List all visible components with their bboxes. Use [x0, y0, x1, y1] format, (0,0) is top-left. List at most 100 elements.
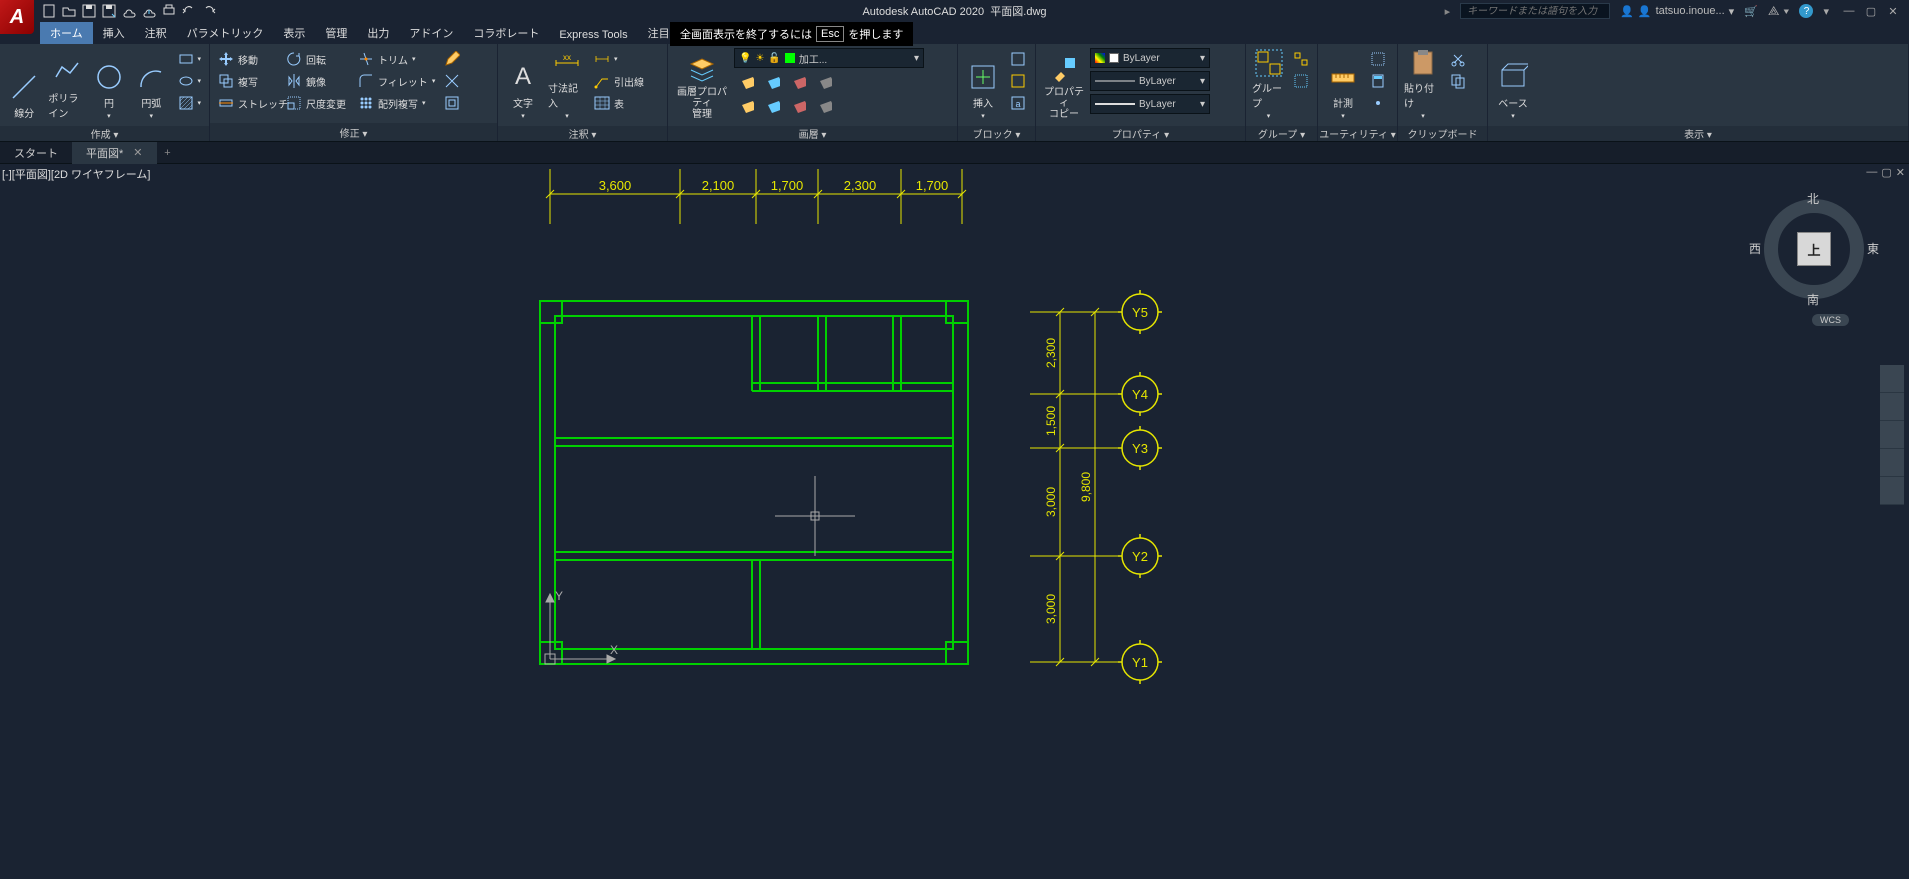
plot-icon[interactable] [160, 2, 178, 20]
layer-prev-icon[interactable] [760, 94, 784, 116]
tab-manage[interactable]: 管理 [315, 22, 357, 44]
viewcube-e[interactable]: 東 [1867, 240, 1879, 257]
linetype-dropdown[interactable]: ByLayer▾ [1090, 71, 1210, 91]
panel-modify[interactable]: 修正 ▾ [210, 123, 497, 141]
explode-button[interactable] [440, 70, 464, 92]
rect-button[interactable]: ▾ [174, 48, 206, 70]
layer-lock-icon[interactable] [786, 70, 810, 92]
calc-icon[interactable] [1366, 70, 1390, 92]
insert-block-button[interactable]: 挿入▾ [962, 48, 1004, 122]
viewcube[interactable]: 上 北 南 東 西 [1759, 194, 1869, 304]
viewcube-s[interactable]: 南 [1807, 291, 1819, 308]
nav-showmotion-icon[interactable] [1880, 477, 1904, 505]
viewcube-n[interactable]: 北 [1807, 190, 1819, 207]
viewcube-top[interactable]: 上 [1797, 232, 1831, 266]
user-menu[interactable]: 👤👤 tatsuo.inoue... ▾ [1620, 5, 1734, 18]
panel-draw[interactable]: 作成 ▾ [0, 126, 209, 141]
panel-block[interactable]: ブロック ▾ [958, 126, 1035, 141]
saveas-icon[interactable] [100, 2, 118, 20]
tab-start[interactable]: スタート [0, 142, 72, 164]
redo-icon[interactable] [200, 2, 218, 20]
stretch-button[interactable]: ストレッチ [214, 92, 280, 114]
trim-button[interactable]: トリム▾ [354, 48, 438, 70]
save-icon[interactable] [80, 2, 98, 20]
close-icon[interactable]: ✕ [1883, 5, 1903, 18]
mirror-button[interactable]: 鏡像 [282, 70, 352, 92]
panel-groups[interactable]: グループ ▾ [1246, 126, 1317, 141]
move-button[interactable]: 移動 [214, 48, 280, 70]
pencil-button[interactable] [440, 48, 464, 70]
panel-props[interactable]: プロパティ ▾ [1036, 126, 1245, 141]
add-tab-button[interactable]: + [157, 147, 179, 159]
copyclip-icon[interactable] [1446, 70, 1470, 92]
nav-bar[interactable] [1879, 364, 1905, 506]
help-icon[interactable]: ? [1799, 4, 1813, 18]
measure-button[interactable]: 計測▾ [1322, 48, 1364, 122]
paste-button[interactable]: 貼り付け▾ [1402, 48, 1444, 122]
search-input[interactable] [1460, 3, 1610, 19]
nav-orbit-icon[interactable] [1880, 449, 1904, 477]
vp-min-icon[interactable]: — [1866, 166, 1877, 179]
minimize-icon[interactable]: — [1839, 5, 1859, 18]
close-tab-icon[interactable]: ✕ [133, 146, 142, 159]
drawing-canvas[interactable]: [-][平面図][2D ワイヤフレーム] — ▢ ✕ 上 北 南 東 西 WCS [0, 164, 1909, 879]
layer-make-icon[interactable] [786, 94, 810, 116]
share-icon[interactable]: ⟁ ▾ [1768, 3, 1790, 19]
cloud-open-icon[interactable] [120, 2, 138, 20]
new-icon[interactable] [40, 2, 58, 20]
tab-home[interactable]: ホーム [40, 22, 93, 44]
nav-wheel-icon[interactable] [1880, 365, 1904, 393]
hatch-button[interactable]: ▾ [174, 92, 206, 114]
layer-walk-icon[interactable] [812, 94, 836, 116]
select-icon[interactable] [1366, 48, 1390, 70]
layer-dropdown[interactable]: 💡☀🔓 加工... ▾ [734, 48, 924, 68]
cloud-save-icon[interactable] [140, 2, 158, 20]
tab-addins[interactable]: アドイン [399, 22, 463, 44]
nav-zoom-icon[interactable] [1880, 421, 1904, 449]
tab-output[interactable]: 出力 [357, 22, 399, 44]
array-button[interactable]: 配列複写▾ [354, 92, 438, 114]
tab-insert[interactable]: 挿入 [93, 22, 135, 44]
ungroup-icon[interactable] [1289, 48, 1313, 70]
layer-match-icon[interactable] [734, 94, 758, 116]
panel-utils[interactable]: ユーティリティ ▾ [1318, 126, 1397, 141]
tab-doc[interactable]: 平面図*✕ [72, 142, 157, 164]
scale-button[interactable]: 尺度変更 [282, 92, 352, 114]
block-attr-icon[interactable]: a [1006, 92, 1030, 114]
copy-button[interactable]: 複写 [214, 70, 280, 92]
offset-button[interactable] [440, 92, 464, 114]
matchprops-button[interactable]: プロパティ コピー [1040, 48, 1088, 122]
base-button[interactable]: ベース▾ [1492, 48, 1534, 122]
point-icon[interactable] [1366, 92, 1390, 114]
fillet-button[interactable]: フィレット▾ [354, 70, 438, 92]
lineweight-dropdown[interactable]: ByLayer▾ [1090, 94, 1210, 114]
ellipse-button[interactable]: ▾ [174, 70, 206, 92]
layer-freeze-icon[interactable] [760, 70, 784, 92]
tab-parametric[interactable]: パラメトリック [177, 22, 274, 44]
line-button[interactable]: 線分 [4, 48, 44, 122]
cart-icon[interactable]: 🛒 [1744, 5, 1758, 18]
panel-clipboard[interactable]: クリップボード [1398, 126, 1487, 141]
layer-iso-icon[interactable] [812, 70, 836, 92]
tab-express[interactable]: Express Tools [549, 26, 637, 44]
dim-button[interactable]: xx寸法記入▾ [546, 48, 588, 122]
circle-button[interactable]: 円▾ [89, 48, 129, 122]
block-create-icon[interactable] [1006, 48, 1030, 70]
wcs-label[interactable]: WCS [1812, 314, 1849, 326]
group-button[interactable]: グループ▾ [1250, 48, 1287, 122]
vp-max-icon[interactable]: ▢ [1881, 166, 1891, 179]
open-icon[interactable] [60, 2, 78, 20]
panel-view[interactable]: 表示 ▾ [1488, 126, 1908, 141]
tab-collab[interactable]: コラボレート [463, 22, 549, 44]
app-logo[interactable]: A [0, 0, 34, 34]
lineardim-button[interactable]: ▾ [590, 48, 648, 70]
polyline-button[interactable]: ポリライン [46, 48, 86, 122]
nav-pan-icon[interactable] [1880, 393, 1904, 421]
rotate-button[interactable]: 回転 [282, 48, 352, 70]
tab-view[interactable]: 表示 [273, 22, 315, 44]
layer-props-button[interactable]: 画層プロパティ 管理 [672, 48, 732, 122]
panel-layers[interactable]: 画層 ▾ [668, 126, 957, 141]
layer-off-icon[interactable] [734, 70, 758, 92]
vp-close-icon[interactable]: ✕ [1896, 166, 1905, 179]
cut-icon[interactable] [1446, 48, 1470, 70]
